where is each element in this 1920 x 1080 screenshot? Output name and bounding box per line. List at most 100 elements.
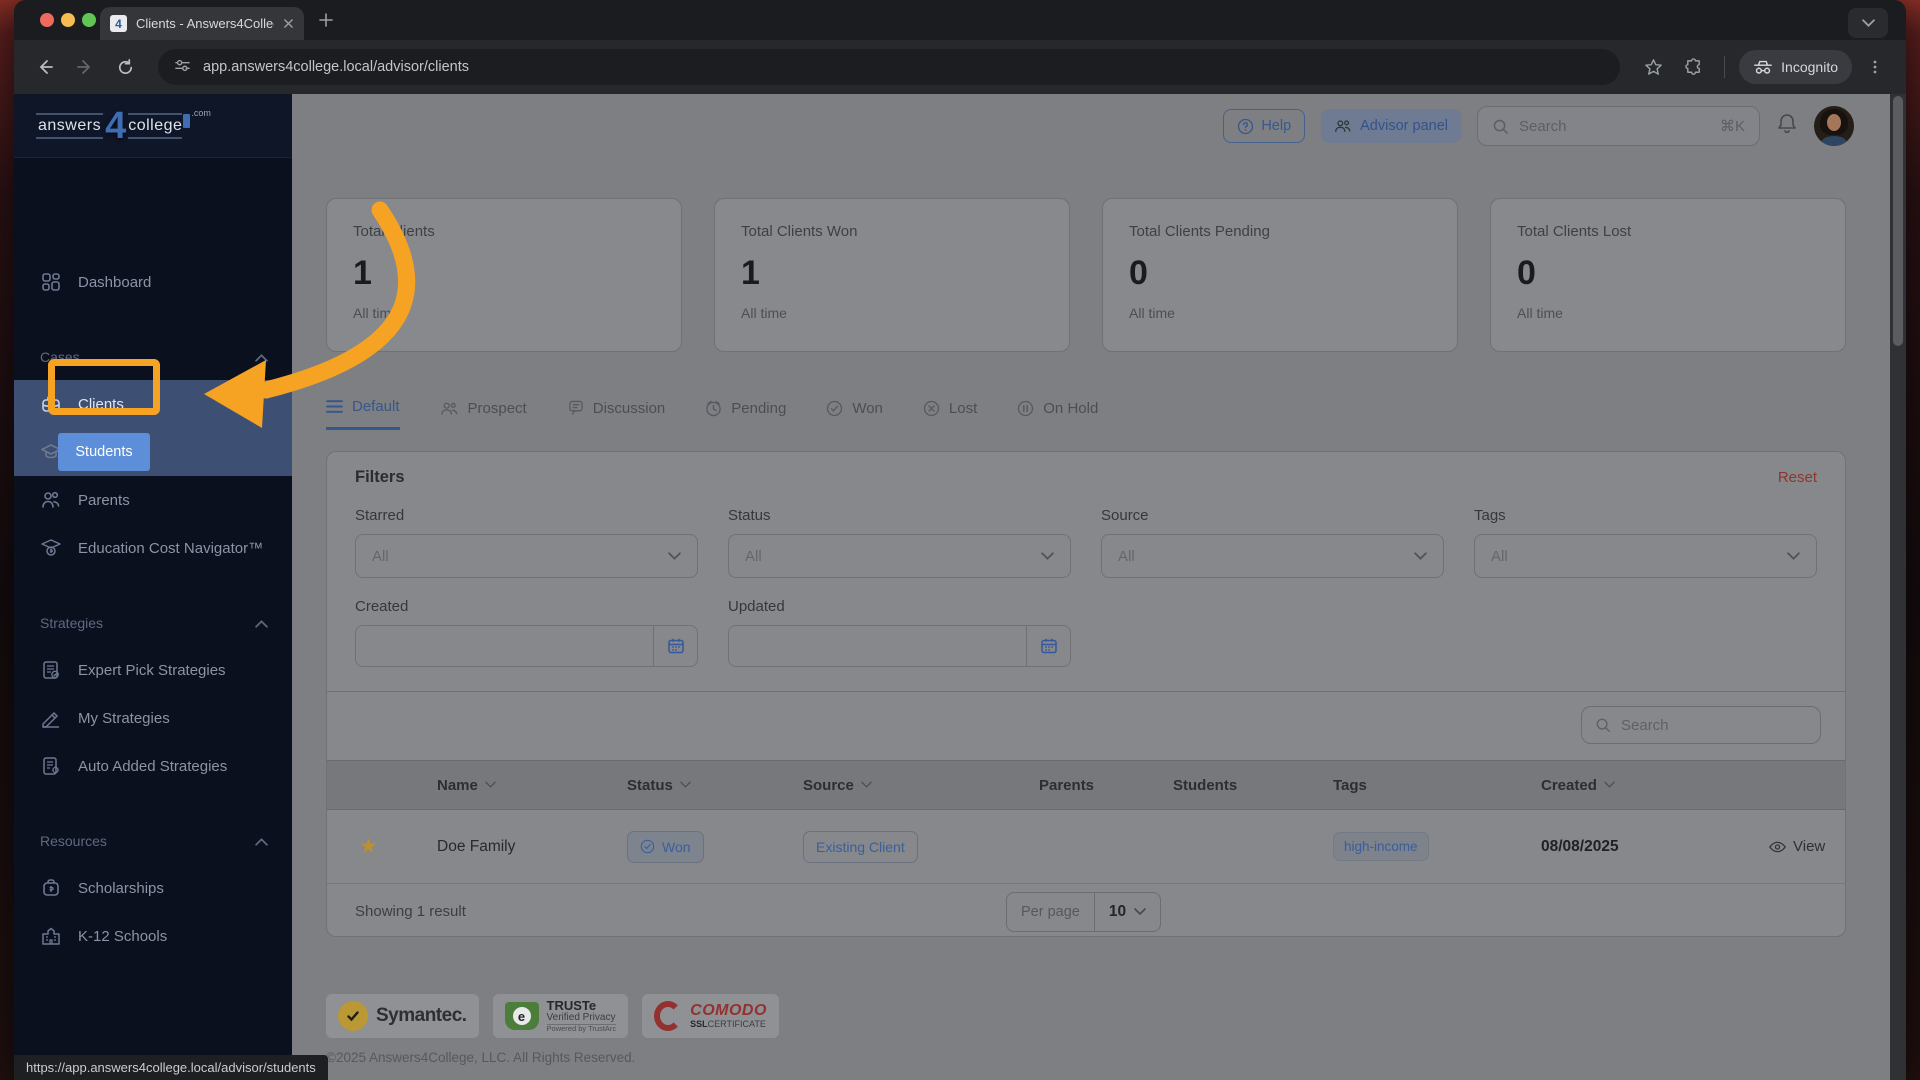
sidebar: answers 4 college .com Dashboard Cases C… bbox=[14, 94, 292, 1080]
x-circle-icon bbox=[923, 400, 940, 416]
view-action[interactable]: View bbox=[1769, 838, 1845, 855]
chevron-down-icon bbox=[1787, 551, 1800, 560]
tab-pending[interactable]: Pending bbox=[705, 398, 786, 430]
reload-button[interactable] bbox=[108, 50, 142, 84]
per-page-select[interactable]: 10 bbox=[1093, 893, 1160, 931]
sidebar-item-k12-schools[interactable]: K-12 Schools bbox=[14, 912, 292, 960]
stat-label: Total Clients bbox=[353, 223, 435, 240]
address-bar[interactable]: app.answers4college.local/advisor/client… bbox=[158, 49, 1621, 85]
chevron-up-icon bbox=[255, 837, 268, 846]
tab-prospect[interactable]: Prospect bbox=[440, 398, 527, 430]
scrollbar-thumb[interactable] bbox=[1893, 96, 1903, 346]
eye-icon bbox=[1769, 841, 1786, 852]
minimize-window-button[interactable] bbox=[61, 13, 75, 27]
notifications-bell-icon[interactable] bbox=[1776, 112, 1798, 140]
search-icon bbox=[1596, 718, 1610, 732]
tab-default[interactable]: Default bbox=[326, 398, 400, 430]
global-search-input[interactable]: Search ⌘K bbox=[1477, 106, 1760, 146]
calendar-icon[interactable] bbox=[653, 626, 697, 666]
table-row[interactable]: ★ Doe Family Won Existing Client high-in… bbox=[327, 810, 1845, 884]
cell-name[interactable]: Doe Family bbox=[437, 838, 627, 856]
sidebar-section-resources[interactable]: Resources bbox=[14, 826, 292, 856]
tags-select[interactable]: All bbox=[1474, 534, 1817, 578]
stat-value: 0 bbox=[1129, 254, 1148, 292]
extensions-icon[interactable] bbox=[1676, 50, 1710, 84]
copyright-text: ©2025 Answers4College, LLC. All Rights R… bbox=[326, 1050, 636, 1065]
sort-chevron-icon bbox=[1604, 781, 1615, 788]
filter-label-tags: Tags bbox=[1474, 507, 1506, 524]
sort-chevron-icon bbox=[861, 781, 872, 788]
tab-lost[interactable]: Lost bbox=[923, 398, 977, 430]
cell-tags: high-income bbox=[1333, 832, 1541, 861]
sidebar-item-clients[interactable]: Clients bbox=[14, 380, 292, 428]
sidebar-item-parents[interactable]: Parents bbox=[14, 476, 292, 524]
source-select[interactable]: All bbox=[1101, 534, 1444, 578]
per-page-control[interactable]: Per page 10 bbox=[1006, 892, 1162, 932]
date-field[interactable] bbox=[356, 626, 653, 666]
sidebar-item-education-cost-navigator[interactable]: Education Cost Navigator™ bbox=[14, 524, 292, 572]
table-search-input[interactable]: Search bbox=[1581, 706, 1821, 744]
sidebar-item-scholarships[interactable]: Scholarships bbox=[14, 864, 292, 912]
sidebar-item-expert-pick-strategies[interactable]: Expert Pick Strategies bbox=[14, 646, 292, 694]
logo-com: .com bbox=[191, 108, 211, 118]
reset-filters-link[interactable]: Reset bbox=[1778, 469, 1817, 486]
browser-menu-kebab-icon[interactable] bbox=[1858, 50, 1892, 84]
close-window-button[interactable] bbox=[40, 13, 54, 27]
truste-note: Powered by TrustArc bbox=[546, 1024, 617, 1034]
calendar-icon[interactable] bbox=[1026, 626, 1070, 666]
clients-panel: Filters Reset Starred Status Source Tags… bbox=[326, 451, 1846, 937]
sidebar-item-label: Parents bbox=[78, 491, 130, 509]
tab-label: Lost bbox=[948, 399, 978, 417]
column-header-created[interactable]: Created bbox=[1541, 777, 1769, 794]
page-scrollbar[interactable] bbox=[1890, 94, 1906, 1080]
section-label: Resources bbox=[40, 833, 107, 849]
starred-select[interactable]: All bbox=[355, 534, 698, 578]
browser-tab[interactable]: 4 Clients - Answers4College bbox=[100, 7, 304, 40]
column-header-source[interactable]: Source bbox=[803, 777, 1039, 794]
toolbar-divider bbox=[1724, 56, 1726, 78]
sidebar-item-my-strategies[interactable]: My Strategies bbox=[14, 694, 292, 742]
star-icon[interactable]: ★ bbox=[327, 834, 437, 859]
tab-won[interactable]: Won bbox=[826, 398, 883, 430]
bookmark-star-icon[interactable] bbox=[1636, 50, 1670, 84]
sidebar-section-strategies[interactable]: Strategies bbox=[14, 608, 292, 638]
list-icon bbox=[326, 400, 343, 413]
tab-on-hold[interactable]: On Hold bbox=[1017, 398, 1098, 430]
tab-title: Clients - Answers4College bbox=[136, 16, 274, 31]
incognito-label: Incognito bbox=[1781, 59, 1838, 75]
sidebar-item-dashboard[interactable]: Dashboard bbox=[14, 258, 292, 306]
pen-icon bbox=[42, 711, 59, 728]
forward-button[interactable] bbox=[68, 50, 102, 84]
sidebar-item-auto-added-strategies[interactable]: Auto Added Strategies bbox=[14, 742, 292, 790]
status-select[interactable]: All bbox=[728, 534, 1071, 578]
app-logo[interactable]: answers 4 college .com bbox=[14, 94, 292, 158]
date-field[interactable] bbox=[729, 626, 1026, 666]
filter-label-updated: Updated bbox=[728, 598, 785, 615]
sidebar-item-students[interactable]: Students bbox=[14, 428, 292, 476]
sidebar-item-label: K-12 Schools bbox=[78, 927, 168, 945]
symantec-check-icon bbox=[338, 1001, 368, 1031]
tab-close-icon[interactable] bbox=[283, 18, 294, 29]
help-button[interactable]: Help bbox=[1223, 109, 1306, 143]
maximize-window-button[interactable] bbox=[82, 13, 96, 27]
advisor-panel-button[interactable]: Advisor panel bbox=[1321, 109, 1461, 143]
created-date-input[interactable] bbox=[355, 625, 698, 667]
source-badge: Existing Client bbox=[803, 830, 918, 863]
sort-chevron-icon bbox=[680, 781, 691, 788]
check-circle-icon bbox=[640, 839, 655, 854]
updated-date-input[interactable] bbox=[728, 625, 1071, 667]
tab-search-chevron-button[interactable] bbox=[1848, 8, 1888, 38]
column-header-name[interactable]: Name bbox=[437, 777, 627, 794]
new-tab-button[interactable] bbox=[318, 12, 334, 28]
back-button[interactable] bbox=[28, 50, 62, 84]
column-header-status[interactable]: Status bbox=[627, 777, 803, 794]
sidebar-section-cases[interactable]: Cases bbox=[14, 342, 292, 372]
tab-label: Pending bbox=[731, 399, 787, 417]
tab-discussion[interactable]: Discussion bbox=[567, 398, 665, 430]
browser-window: 4 Clients - Answers4College app.answers4… bbox=[14, 0, 1906, 1080]
app-header: Help Advisor panel Search ⌘K bbox=[1223, 106, 1854, 146]
user-avatar[interactable] bbox=[1814, 106, 1854, 146]
symantec-label: Symantec. bbox=[376, 1005, 467, 1026]
site-settings-icon[interactable] bbox=[174, 57, 191, 78]
column-header-tags: Tags bbox=[1333, 776, 1367, 794]
